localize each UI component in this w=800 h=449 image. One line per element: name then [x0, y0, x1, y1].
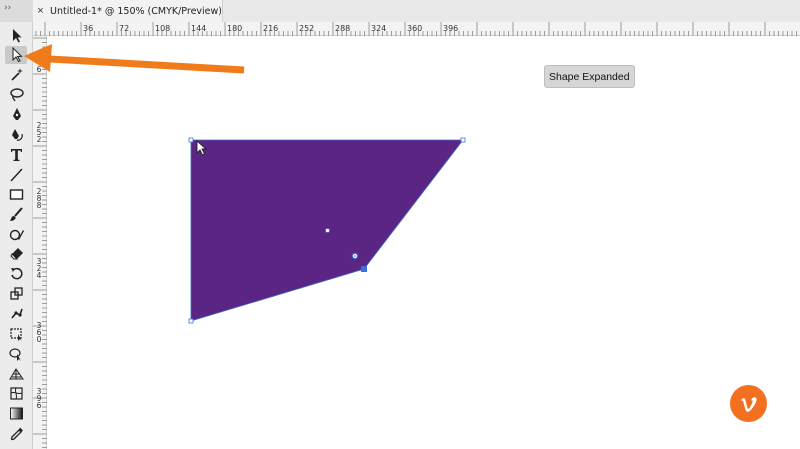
- ruler-top-label: 180: [227, 24, 243, 33]
- line-segment-tool-button[interactable]: [5, 165, 27, 183]
- magic-wand-tool-icon: [10, 68, 23, 81]
- eyedropper-tool-icon: [10, 427, 23, 440]
- mesh-tool-button[interactable]: [5, 384, 27, 402]
- perspective-grid-tool-icon: [8, 367, 24, 380]
- ruler-top-label: 324: [371, 24, 387, 33]
- curvature-tool-icon: [11, 129, 23, 141]
- ruler-top-label: 144: [191, 24, 207, 33]
- ruler-top-label: 72: [119, 24, 130, 33]
- paintbrush-tool-icon: [9, 206, 23, 221]
- pen-tool-button[interactable]: [5, 106, 27, 124]
- rectangle-tool-icon: [9, 188, 23, 200]
- document-tab-bar: ›› × Untitled-1* @ 150% (CMYK/Preview): [0, 0, 800, 22]
- gradient-tool-button[interactable]: [5, 404, 27, 422]
- shape-builder-tool-icon: [8, 348, 21, 361]
- puppet-warp-tool-button[interactable]: [5, 305, 27, 323]
- puppet-warp-tool-icon: [10, 308, 23, 319]
- rectangle-tool-button[interactable]: [5, 185, 27, 203]
- eraser-tool-icon: [9, 248, 23, 260]
- free-transform-tool-button[interactable]: [5, 325, 27, 343]
- close-tab-icon[interactable]: ×: [33, 5, 48, 17]
- perspective-grid-tool-button[interactable]: [5, 364, 27, 382]
- live-corner-widget-dot: [354, 255, 356, 257]
- ruler-top-label: 108: [155, 24, 171, 33]
- paintbrush-tool-button[interactable]: [5, 205, 27, 223]
- ruler-left-label: 324: [36, 257, 42, 280]
- ruler-left-label: 252: [36, 121, 42, 144]
- ruler-top-label: 252: [299, 24, 315, 33]
- vertical-ruler[interactable]: 6 252 288 324 360 396: [33, 36, 47, 449]
- rotate-tool-button[interactable]: [5, 265, 27, 283]
- eraser-tool-button[interactable]: [5, 245, 27, 263]
- line-segment-tool-icon: [9, 168, 23, 182]
- shape-center-point: [325, 228, 330, 233]
- ruler-top-label: 288: [335, 24, 351, 33]
- type-tool-icon: [10, 148, 22, 161]
- anchor-point-bottom-left[interactable]: [188, 318, 194, 324]
- eyedropper-tool-button[interactable]: [5, 424, 27, 442]
- gradient-tool-icon: [9, 407, 23, 420]
- shaper-tool-icon: [9, 229, 24, 240]
- lasso-tool-button[interactable]: [5, 86, 27, 104]
- shaper-tool-button[interactable]: [5, 225, 27, 243]
- ruler-top-label: 396: [443, 24, 459, 33]
- ruler-top-label: 360: [407, 24, 423, 33]
- selection-tool-icon: [12, 28, 21, 42]
- selection-tool-button[interactable]: [5, 26, 27, 44]
- tools-panel: [0, 22, 33, 449]
- artwork-layer: [188, 137, 466, 324]
- shape-builder-tool-button[interactable]: [5, 344, 27, 362]
- scale-tool-button[interactable]: [5, 285, 27, 303]
- ruler-top-label: 216: [263, 24, 279, 33]
- lasso-tool-icon: [9, 88, 24, 102]
- mesh-tool-icon: [9, 387, 23, 400]
- artboard-canvas[interactable]: Shape Expanded: [48, 37, 800, 449]
- scale-tool-icon: [9, 287, 23, 300]
- ruler-left-label: 360: [36, 321, 42, 344]
- direct-selection-tool-icon: [12, 47, 23, 63]
- type-tool-button[interactable]: [5, 145, 27, 163]
- direct-selection-tool-button[interactable]: [5, 45, 27, 64]
- anchor-point-selected[interactable]: [361, 266, 367, 272]
- shape-expanded-tooltip: Shape Expanded: [544, 65, 635, 88]
- vimeo-logo: [730, 385, 767, 422]
- vimeo-v-icon: [740, 396, 757, 412]
- ruler-left-label: 288: [36, 187, 42, 210]
- free-transform-tool-icon: [9, 328, 22, 341]
- magic-wand-tool-button[interactable]: [5, 66, 27, 84]
- pen-tool-icon: [12, 108, 21, 121]
- document-tab[interactable]: × Untitled-1* @ 150% (CMYK/Preview): [33, 0, 223, 22]
- anchor-point-top-left[interactable]: [188, 137, 194, 143]
- panel-collapse-grip[interactable]: ››: [0, 0, 33, 22]
- anchor-point-top-right[interactable]: [460, 137, 466, 143]
- ruler-left-label: 396: [36, 387, 42, 410]
- curvature-tool-button[interactable]: [5, 126, 27, 144]
- rotate-tool-icon: [10, 268, 23, 280]
- horizontal-ruler[interactable]: 36 72 108 144 180 216 252 288 324 360 396: [33, 22, 800, 36]
- ruler-left-label: 6: [36, 65, 42, 74]
- ruler-top-label: 36: [83, 24, 94, 33]
- document-tab-title: Untitled-1* @ 150% (CMYK/Preview): [50, 5, 222, 17]
